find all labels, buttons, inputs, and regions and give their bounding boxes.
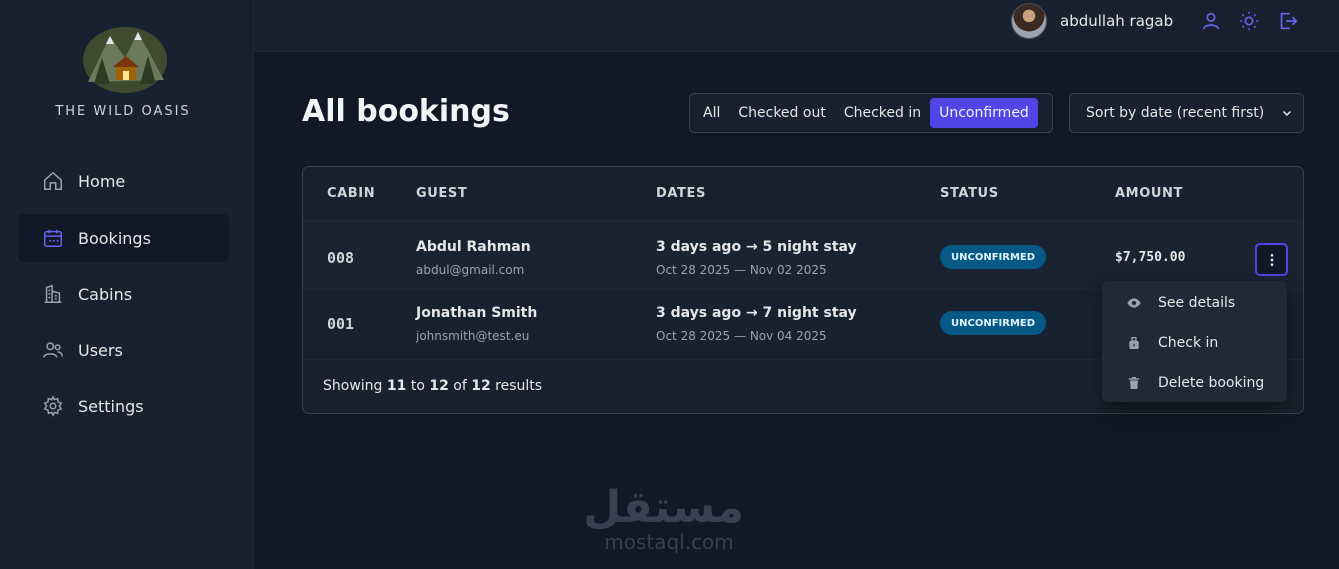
status-badge: UNCONFIRMED bbox=[940, 311, 1047, 335]
sidebar-item-cabins[interactable]: Cabins bbox=[18, 270, 229, 318]
menu-item-see-details[interactable]: See details bbox=[1102, 283, 1287, 323]
column-header-guest: GUEST bbox=[416, 186, 468, 201]
guest-name: Abdul Rahman bbox=[416, 239, 531, 255]
calendar-icon bbox=[44, 229, 62, 247]
home-icon bbox=[44, 171, 62, 190]
table-header: CABIN GUEST DATES STATUS AMOUNT bbox=[303, 167, 1303, 221]
cabin-number: 008 bbox=[327, 249, 355, 267]
top-bar bbox=[254, 0, 1339, 52]
stay-summary: 3 days ago → 5 night stay bbox=[656, 239, 857, 255]
sidebar-item-label: Bookings bbox=[78, 228, 151, 248]
stay-dates: Oct 28 2025 — Nov 04 2025 bbox=[656, 329, 827, 343]
filter-unconfirmed[interactable]: Unconfirmed bbox=[930, 98, 1038, 128]
avatar bbox=[1011, 3, 1047, 39]
sidebar-item-home[interactable]: Home bbox=[18, 157, 229, 205]
guest-email: johnsmith@test.eu bbox=[416, 329, 530, 343]
menu-item-label: Delete booking bbox=[1158, 375, 1265, 391]
sort-selected-value: Sort by date (recent first) bbox=[1086, 105, 1265, 121]
menu-item-label: See details bbox=[1158, 295, 1236, 311]
guest-name: Jonathan Smith bbox=[416, 305, 538, 321]
booking-amount: $7,750.00 bbox=[1115, 250, 1186, 265]
sidebar: THE WILD OASIS Home Bookings Cabins User… bbox=[0, 0, 254, 569]
sun-icon[interactable] bbox=[1238, 10, 1260, 32]
column-header-dates: DATES bbox=[656, 186, 706, 201]
sidebar-item-users[interactable]: Users bbox=[18, 326, 229, 374]
filter-checked-in[interactable]: Checked in bbox=[835, 98, 930, 128]
gear-icon bbox=[43, 395, 63, 417]
sidebar-item-label: Users bbox=[78, 340, 123, 360]
watermark-latin: mostaql.com bbox=[604, 530, 734, 554]
username: abdullah ragab bbox=[1060, 12, 1174, 30]
watermark: مستقل mostaql.com bbox=[583, 482, 744, 555]
row-actions-button[interactable] bbox=[1255, 243, 1288, 276]
sidebar-item-label: Settings bbox=[78, 396, 144, 416]
menu-item-delete-booking[interactable]: Delete booking bbox=[1102, 363, 1287, 403]
sidebar-item-label: Home bbox=[78, 171, 126, 191]
user-icon[interactable] bbox=[1200, 10, 1222, 32]
table-row: 008 Abdul Rahman abdul@gmail.com 3 days … bbox=[303, 221, 1303, 290]
pagination-summary: Showing 11 to 12 of 12 results bbox=[323, 378, 543, 394]
status-badge: UNCONFIRMED bbox=[940, 245, 1047, 269]
more-vertical-icon bbox=[1270, 253, 1273, 266]
range-from: 11 bbox=[386, 378, 407, 394]
column-header-amount: AMOUNT bbox=[1115, 186, 1183, 201]
brand-name: THE WILD OASIS bbox=[55, 104, 191, 119]
row-actions-menu: See details Check in Delete booking bbox=[1102, 281, 1287, 402]
column-header-status: STATUS bbox=[940, 186, 999, 201]
chevron-down-icon bbox=[1282, 110, 1292, 117]
users-icon bbox=[43, 342, 63, 358]
stay-summary: 3 days ago → 7 night stay bbox=[656, 305, 857, 321]
page-title: All bookings bbox=[302, 94, 510, 129]
booking-filter: All Checked out Checked in Unconfirmed bbox=[689, 93, 1053, 133]
sidebar-item-label: Cabins bbox=[78, 284, 133, 304]
range-to: 12 bbox=[429, 378, 449, 394]
watermark-arabic: مستقل bbox=[583, 482, 744, 533]
logo-icon bbox=[83, 27, 167, 93]
total-results: 12 bbox=[471, 378, 491, 394]
stay-dates: Oct 28 2025 — Nov 02 2025 bbox=[656, 263, 827, 277]
sort-select[interactable]: Sort by date (recent first) bbox=[1069, 93, 1304, 133]
column-header-cabin: CABIN bbox=[327, 186, 376, 201]
filter-checked-out[interactable]: Checked out bbox=[729, 98, 834, 128]
trash-icon bbox=[1128, 377, 1140, 389]
sidebar-item-settings[interactable]: Settings bbox=[18, 382, 229, 430]
buildings-icon bbox=[44, 284, 62, 303]
menu-item-label: Check in bbox=[1158, 335, 1219, 351]
sidebar-item-bookings[interactable]: Bookings bbox=[18, 214, 229, 262]
filter-all[interactable]: All bbox=[694, 98, 729, 128]
cabin-number: 001 bbox=[327, 315, 355, 333]
logout-icon[interactable] bbox=[1277, 10, 1299, 32]
eye-icon bbox=[1127, 298, 1141, 308]
menu-item-check-in[interactable]: Check in bbox=[1102, 323, 1287, 363]
guest-email: abdul@gmail.com bbox=[416, 263, 525, 277]
check-in-icon bbox=[1129, 337, 1139, 349]
